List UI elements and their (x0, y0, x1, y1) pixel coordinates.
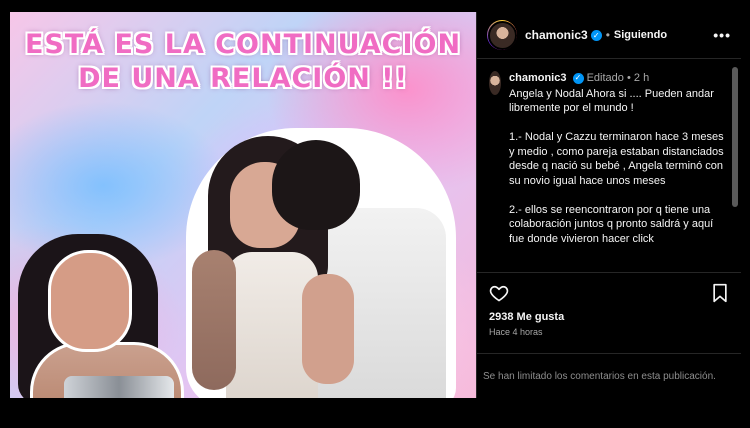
verified-badge-icon: ✓ (590, 29, 602, 41)
woman-arm (302, 274, 354, 384)
comments-limited-notice: Se han limitado los comentarios en esta … (477, 353, 741, 398)
comments-section[interactable]: chamonic3 ✓ Editado • 2 h Angela y Nodal… (477, 59, 741, 272)
post-details-panel: chamonic3 ✓ • Siguiendo ••• chamonic3 ✓ … (476, 12, 741, 398)
caption-age[interactable]: 2 h (634, 72, 649, 84)
image-headline: ESTÁ ES LA CONTINUACIÓN DE UNA RELACIÓN … (10, 28, 476, 96)
author-username[interactable]: chamonic3 (525, 28, 588, 42)
likes-count[interactable]: 2938 Me gusta (489, 311, 729, 323)
following-button[interactable]: Siguiendo (614, 29, 667, 41)
caption-username[interactable]: chamonic3 (509, 72, 566, 84)
post-image[interactable]: ESTÁ ES LA CONTINUACIÓN DE UNA RELACIÓN … (10, 12, 476, 398)
header-separator: • (605, 28, 610, 42)
heart-icon[interactable] (489, 283, 509, 303)
inset-person-face (48, 250, 132, 352)
more-options-icon[interactable]: ••• (713, 27, 731, 43)
verified-badge-icon: ✓ (572, 72, 584, 84)
caption-separator: • (626, 72, 631, 84)
author-avatar[interactable] (487, 20, 517, 50)
headline-line-2: DE UNA RELACIÓN !! (78, 63, 408, 94)
caption: chamonic3 ✓ Editado • 2 h Angela y Nodal… (489, 71, 729, 246)
inset-person-top (64, 376, 174, 398)
tattooed-arm (192, 250, 236, 390)
action-icons (489, 281, 729, 305)
bookmark-icon[interactable] (711, 283, 729, 303)
post-timestamp[interactable]: Hace 4 horas (489, 327, 729, 337)
post-actions: 2938 Me gusta Hace 4 horas (477, 272, 741, 353)
caption-avatar[interactable] (489, 71, 501, 95)
caption-body: chamonic3 ✓ Editado • 2 h Angela y Nodal… (509, 71, 729, 246)
author-avatar-ring[interactable] (487, 20, 517, 50)
post-header: chamonic3 ✓ • Siguiendo ••• (477, 12, 741, 59)
post-modal: ESTÁ ES LA CONTINUACIÓN DE UNA RELACIÓN … (10, 12, 741, 398)
caption-text: Angela y Nodal Ahora si .... Pueden anda… (509, 87, 724, 245)
man-hair (272, 140, 360, 230)
headline-line-1: ESTÁ ES LA CONTINUACIÓN (24, 29, 462, 60)
comments-scrollbar[interactable] (732, 67, 738, 207)
caption-edited-label: Editado (586, 72, 624, 84)
